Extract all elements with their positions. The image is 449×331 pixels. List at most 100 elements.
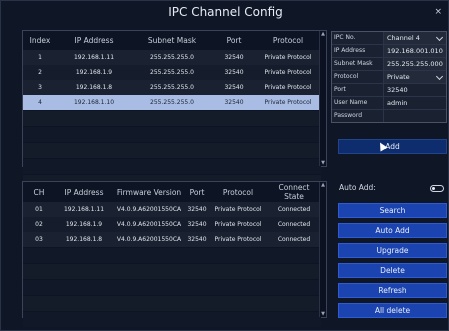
cell-port: 32540: [224, 54, 244, 61]
cell-protocol: Private Protocol: [214, 206, 262, 213]
ipc-config-form: IPC No. Channel 4 IP Address 192.168.001…: [331, 31, 447, 123]
password-label: Password: [332, 110, 384, 122]
cell-protocol: Private Protocol: [264, 99, 312, 106]
cell-ip: 192.168.1.9: [65, 221, 103, 228]
cell-state: Connected: [277, 236, 311, 243]
table-row[interactable]: 3 192.168.1.8 255.255.255.0 32540 Privat…: [23, 80, 321, 95]
cell-port: 32540: [187, 221, 207, 228]
col-port: Port: [226, 36, 242, 45]
col-ip-address: IP Address: [64, 187, 104, 197]
cell-protocol: Private Protocol: [264, 69, 312, 76]
table-row[interactable]: 1 192.168.1.11 255.255.255.0 32540 Priva…: [23, 50, 321, 65]
device-table-scrollbar[interactable]: ▲ ▼: [319, 182, 326, 317]
user-name-field[interactable]: admin: [384, 97, 446, 109]
col-protocol: Protocol: [222, 187, 254, 197]
cell-mask: 255.255.255.0: [150, 54, 194, 61]
subnet-mask-label: Subnet Mask: [332, 58, 384, 70]
table-header: CH IP Address Firmware Version Port Prot…: [23, 182, 321, 202]
cell-ip: 192.168.1.8: [75, 84, 113, 91]
empty-row: [23, 311, 321, 327]
close-icon[interactable]: ×: [434, 7, 442, 17]
cell-port: 32540: [224, 99, 244, 106]
empty-row: [23, 247, 321, 264]
form-row-ipc-no: IPC No. Channel 4: [332, 32, 446, 45]
scroll-down-icon[interactable]: ▼: [320, 160, 326, 166]
form-row-protocol: Protocol Private: [332, 71, 446, 84]
user-name-label: User Name: [332, 97, 384, 109]
search-button[interactable]: Search: [338, 203, 447, 218]
table-header: Index IP Address Subnet Mask Port Protoc…: [23, 31, 321, 50]
col-connect-state: Connect State: [278, 183, 310, 201]
table-row-selected[interactable]: 4 192.168.1.10 255.255.255.0 32540 Priva…: [23, 95, 321, 111]
cell-ch: 01: [35, 206, 43, 213]
cell-index: 2: [38, 69, 42, 76]
port-field[interactable]: 32540: [384, 84, 446, 96]
toggle-knob: [432, 187, 435, 190]
ipc-channel-table-panel: Index IP Address Subnet Mask Port Protoc…: [22, 30, 327, 190]
scroll-up-icon[interactable]: ▲: [320, 31, 326, 37]
ipc-table-scrollbar[interactable]: ▲ ▼: [319, 31, 326, 166]
upgrade-button[interactable]: Upgrade: [338, 243, 447, 258]
auto-add-toggle[interactable]: [430, 185, 444, 192]
cell-ip: 192.168.1.10: [73, 99, 115, 106]
empty-row: [23, 279, 321, 296]
table-row[interactable]: 03 192.168.1.8 V4.0.9.A62001550CA 32540 …: [23, 232, 321, 248]
auto-add-button[interactable]: Auto Add: [338, 223, 447, 238]
scroll-up-icon[interactable]: ▲: [320, 182, 326, 188]
col-ch: CH: [33, 187, 45, 197]
ip-address-label: IP Address: [332, 45, 384, 57]
cell-index: 4: [38, 99, 42, 106]
protocol-label: Protocol: [332, 71, 384, 83]
cell-port: 32540: [187, 236, 207, 243]
password-field[interactable]: [384, 110, 446, 122]
col-protocol: Protocol: [272, 36, 304, 45]
col-firmware-version: Firmware Version: [116, 187, 182, 197]
cell-state: Connected: [277, 221, 311, 228]
empty-row: [23, 295, 321, 312]
cell-ch: 03: [35, 236, 43, 243]
ipc-channel-table: Index IP Address Subnet Mask Port Protoc…: [23, 31, 321, 190]
protocol-select[interactable]: Private: [384, 71, 446, 83]
cell-ip: 192.168.1.11: [73, 54, 115, 61]
cell-ip: 192.168.1.11: [63, 206, 105, 213]
cell-firmware: V4.0.9.A62001550CA: [116, 236, 182, 243]
cell-state: Connected: [277, 206, 311, 213]
form-row-password: Password: [332, 110, 446, 122]
cell-protocol: Private Protocol: [264, 54, 312, 61]
form-row-user-name: User Name admin: [332, 97, 446, 110]
cell-ch: 02: [35, 221, 43, 228]
form-row-subnet-mask: Subnet Mask 255.255.255.000: [332, 58, 446, 71]
cell-mask: 255.255.255.0: [150, 69, 194, 76]
empty-row: [23, 158, 321, 175]
all-delete-button[interactable]: All delete: [338, 303, 447, 318]
table-row[interactable]: 02 192.168.1.9 V4.0.9.A62001550CA 32540 …: [23, 217, 321, 232]
cell-ip: 192.168.1.8: [65, 236, 103, 243]
cell-index: 3: [38, 84, 42, 91]
form-row-port: Port 32540: [332, 84, 446, 97]
cell-mask: 255.255.255.0: [150, 99, 194, 106]
col-subnet-mask: Subnet Mask: [147, 36, 197, 45]
cell-index: 1: [38, 54, 42, 61]
table-row[interactable]: 2 192.168.1.9 255.255.255.0 32540 Privat…: [23, 65, 321, 80]
empty-row: [23, 263, 321, 280]
form-row-ip-address: IP Address 192.168.001.010: [332, 45, 446, 58]
cell-mask: 255.255.255.0: [150, 84, 194, 91]
scroll-down-icon[interactable]: ▼: [320, 311, 326, 317]
delete-button[interactable]: Delete: [338, 263, 447, 278]
auto-add-label: Auto Add:: [339, 183, 376, 192]
cell-protocol: Private Protocol: [214, 221, 262, 228]
cell-port: 32540: [224, 69, 244, 76]
subnet-mask-field[interactable]: 255.255.255.000: [384, 58, 446, 70]
cell-port: 32540: [187, 206, 207, 213]
cell-ip: 192.168.1.9: [75, 69, 113, 76]
refresh-button[interactable]: Refresh: [338, 283, 447, 298]
device-table-panel: CH IP Address Firmware Version Port Prot…: [22, 181, 327, 327]
table-row[interactable]: 01 192.168.1.11 V4.0.9.A62001550CA 32540…: [23, 202, 321, 217]
port-label: Port: [332, 84, 384, 96]
empty-row: [23, 142, 321, 159]
ip-address-field[interactable]: 192.168.001.010: [384, 45, 446, 57]
add-button[interactable]: Add: [338, 139, 447, 154]
cell-firmware: V4.0.9.A62001550CA: [116, 221, 182, 228]
window-title: IPC Channel Config: [168, 5, 283, 19]
ipc-no-select[interactable]: Channel 4: [384, 32, 446, 44]
